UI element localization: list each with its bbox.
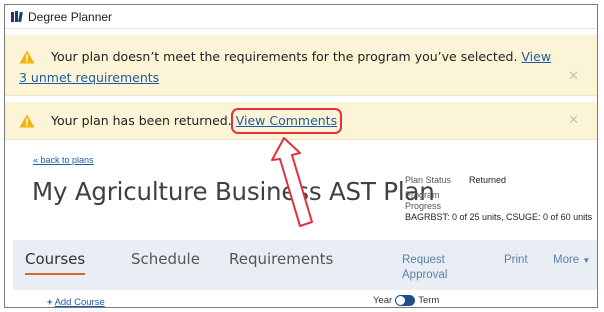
more-label: More — [553, 254, 580, 266]
alert-message: Your plan doesn’t meet the requirements … — [19, 49, 552, 85]
program-progress-value: BAGRBST: 0 of 25 units, CSUGE: 0 of 60 u… — [405, 212, 593, 222]
tab-requirements[interactable]: Requirements — [229, 250, 333, 268]
toggle-knob — [396, 296, 406, 305]
toggle-year-label: Year — [373, 295, 393, 306]
request-approval-line-1: Request — [402, 254, 445, 266]
plan-status-block: Plan Status Returned Program Progress BAG… — [405, 175, 592, 223]
app-window: Degree Planner Your plan doesn’t meet th… — [4, 4, 598, 308]
warning-icon — [19, 114, 35, 128]
plan-tabs-bar: Courses Schedule Requirements Request Ap… — [13, 240, 597, 290]
alert-message: Your plan has been returned. View Commen… — [51, 108, 343, 134]
plan-status-value: Returned — [469, 175, 507, 185]
add-course-button[interactable]: + Add Course — [47, 297, 105, 308]
close-icon[interactable]: ✕ — [568, 69, 579, 84]
request-approval-button[interactable]: Request Approval — [402, 253, 447, 283]
window-title: Degree Planner — [28, 9, 113, 24]
program-progress-label-2: Progress — [405, 201, 442, 211]
year-term-toggle[interactable] — [395, 295, 416, 306]
plan-returned-alert: Your plan has been returned. View Commen… — [5, 102, 597, 140]
year-term-toggle-row: Year Term — [373, 295, 439, 306]
caret-down-icon: ▼ — [582, 256, 591, 265]
more-menu-button[interactable]: More ▼ — [553, 253, 590, 268]
title-bar: Degree Planner — [5, 5, 597, 29]
print-button[interactable]: Print — [504, 253, 528, 268]
close-icon[interactable]: ✕ — [568, 113, 579, 128]
plan-title: My Agriculture Business AST Plan — [32, 177, 435, 206]
toggle-term-label: Term — [418, 295, 440, 306]
add-course-label: Add Course — [54, 297, 105, 308]
program-progress-label-1: Program — [405, 190, 440, 200]
tab-schedule[interactable]: Schedule — [131, 250, 200, 268]
request-approval-line-2: Approval — [402, 269, 448, 281]
back-to-plans-link[interactable]: « back to plans — [33, 155, 94, 165]
degree-planner-logo-icon — [11, 10, 23, 22]
plus-icon: + — [47, 297, 53, 308]
tab-courses[interactable]: Courses — [25, 250, 86, 275]
unmet-requirements-alert: Your plan doesn’t meet the requirements … — [5, 35, 597, 96]
view-comments-link[interactable]: View Comments — [236, 113, 337, 128]
plan-status-label: Plan Status — [405, 175, 452, 185]
